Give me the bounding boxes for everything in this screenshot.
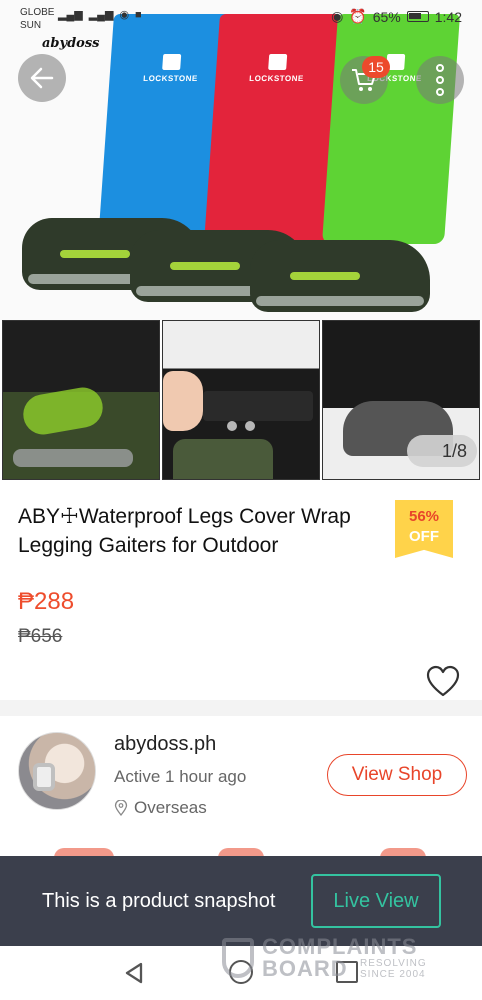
more-icon — [436, 64, 444, 72]
cart-count-badge: 15 — [362, 56, 390, 78]
back-button[interactable] — [18, 54, 66, 102]
signal-icon: ▂▄▆ — [58, 9, 83, 21]
green-gaiter: LOCKSTONE — [321, 14, 461, 244]
brand-logo: abydoss — [42, 36, 100, 51]
thumbnail-detail — [173, 439, 273, 479]
thumbnail-detail — [245, 421, 255, 431]
eye-icon: ◉ — [331, 8, 344, 24]
live-view-button[interactable]: Live View — [311, 874, 441, 928]
gaiter-label: LOCKSTONE — [215, 54, 339, 83]
carrier-info: GLOBE SUN — [20, 6, 54, 32]
current-price: ₱288 — [18, 588, 75, 615]
thumbnail-detail — [227, 421, 237, 431]
status-icons-left: ▂▄▆ ▂▄▆ ◉ ■ — [58, 8, 142, 22]
product-hero-image[interactable]: abydoss LOCKSTONE LOCKSTONE LOCKSTONE — [0, 0, 482, 320]
section-divider — [0, 700, 482, 716]
more-options-button[interactable] — [416, 56, 464, 104]
thumbnail-detail — [13, 449, 133, 467]
watermark-tag-2: SINCE 2004 — [360, 969, 426, 980]
discount-off: OFF — [409, 528, 439, 545]
notification-icon: ■ — [135, 8, 142, 21]
location-pin-icon — [114, 800, 128, 816]
alarm-icon: ⏰ — [349, 8, 367, 24]
shop-active-status: Active 1 hour ago — [114, 767, 247, 786]
shop-location: Overseas — [114, 798, 207, 818]
watermark-shield-icon — [222, 938, 254, 978]
watermark-line-2: BOARD — [262, 956, 348, 981]
snapshot-banner: This is a product snapshot Live View — [0, 856, 482, 946]
more-icon — [436, 76, 444, 84]
like-button[interactable] — [425, 664, 461, 700]
red-gaiter: LOCKSTONE — [203, 14, 343, 244]
watermark-tag-1: RESOLVING — [360, 958, 427, 969]
battery-percent: 65% — [372, 8, 401, 25]
shop-location-label: Overseas — [134, 798, 207, 817]
image-thumbnails: 1/8 — [2, 320, 480, 480]
image-counter: 1/8 — [407, 435, 477, 467]
watermark: COMPLAINTS BOARD RESOLVING SINCE 2004 — [222, 934, 452, 984]
boot-accent — [290, 272, 360, 280]
clock: 1:42 — [434, 8, 462, 25]
shop-avatar[interactable] — [18, 732, 96, 810]
avatar-detail — [33, 763, 55, 791]
product-title: ABY☩Waterproof Legs Cover Wrap Legging G… — [18, 505, 351, 557]
snapshot-message: This is a product snapshot — [42, 890, 276, 912]
shop-name[interactable]: abydoss.ph — [114, 733, 216, 756]
discount-badge: 56% OFF — [395, 500, 453, 558]
signal-icon: ▂▄▆ — [88, 9, 114, 21]
boot-accent — [60, 250, 130, 258]
status-icons-right: ◉ ⏰ 65% 1:42 — [331, 8, 462, 25]
heart-icon — [426, 665, 460, 697]
more-icon — [436, 88, 444, 96]
watermark-tagline: RESOLVING SINCE 2004 — [360, 958, 427, 980]
status-bar: GLOBE SUN ▂▄▆ ▂▄▆ ◉ ■ ◉ ⏰ 65% 1:42 — [0, 0, 482, 34]
battery-icon — [406, 11, 429, 22]
thumbnail-detail — [203, 391, 313, 421]
carrier-2: SUN — [20, 20, 42, 31]
thumbnail[interactable]: 1/8 — [322, 320, 480, 480]
thumbnail[interactable] — [162, 320, 320, 480]
notification-icon: ◉ — [119, 9, 130, 21]
discount-percent: 56% — [408, 508, 440, 525]
carrier-1: GLOBE — [20, 7, 55, 18]
original-price: ₱656 — [18, 626, 63, 647]
boot-accent — [170, 262, 240, 270]
view-shop-button[interactable]: View Shop — [327, 754, 467, 796]
thumbnail-detail — [163, 371, 203, 431]
thumbnail-detail — [20, 384, 106, 438]
thumbnail[interactable] — [2, 320, 160, 480]
back-arrow-icon — [30, 67, 54, 89]
nav-back-icon[interactable] — [124, 962, 144, 984]
